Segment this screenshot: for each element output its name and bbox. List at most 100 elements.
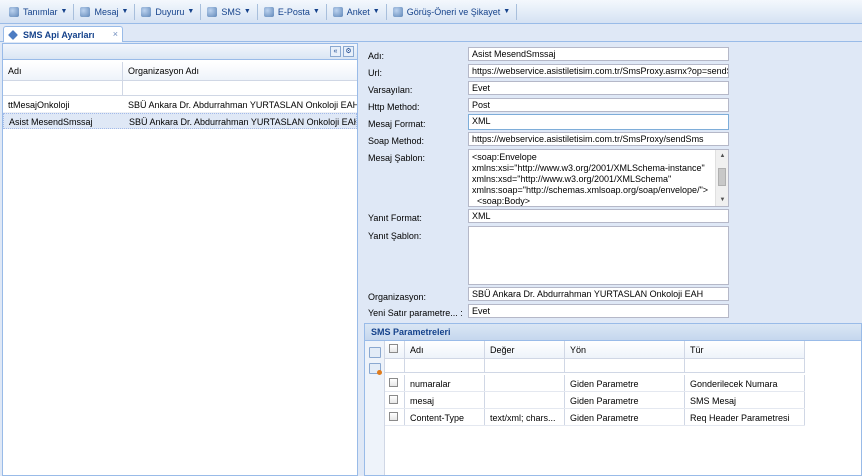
menu-separator xyxy=(516,3,518,20)
tab-strip: SMS Api Ayarları × xyxy=(0,24,862,42)
grid-filter-row xyxy=(3,81,357,96)
yeni-satir-field[interactable]: Evet xyxy=(468,304,729,318)
cell-adi: Content-Type xyxy=(405,409,485,425)
cell-tur: Gonderilecek Numara xyxy=(685,375,805,391)
table-row-selected[interactable]: Asist MesendSmssaj SBÜ Ankara Dr. Abdurr… xyxy=(3,113,357,129)
sablon-line: <soap:Body> xyxy=(472,196,531,206)
chevron-down-icon: ▼ xyxy=(243,8,251,15)
organizasyon-field[interactable]: SBÜ Ankara Dr. Abdurrahman YURTASLAN Onk… xyxy=(468,287,729,301)
varsayilan-field[interactable]: Evet xyxy=(468,81,729,95)
scroll-up-icon[interactable]: ▲ xyxy=(716,151,728,161)
api-list-panel: « ⚙ Adı Organizasyon Adı ttMesajOnkoloji… xyxy=(2,43,358,476)
feedback-icon xyxy=(392,6,403,17)
table-row[interactable]: numaralar Giden Parametre Gonderilecek N… xyxy=(385,375,805,392)
cell-yon: Giden Parametre xyxy=(565,409,685,425)
sablon-line: xmlns:xsd="http://www.w3.org/2001/XMLSch… xyxy=(472,174,672,184)
soap-method-field[interactable]: https://webservice.asistiletisim.com.tr/… xyxy=(468,132,729,146)
phone-icon xyxy=(207,6,218,17)
cell-deger xyxy=(485,375,565,391)
label-varsayilan: Varsayılan: xyxy=(368,85,413,95)
menu-gorus-oneri[interactable]: Görüş-Öneri ve Şikayet ▼ xyxy=(388,3,515,21)
tab-sms-api-ayarlari[interactable]: SMS Api Ayarları × xyxy=(3,26,123,42)
cell-tur: Req Header Parametresi xyxy=(685,409,805,425)
email-icon xyxy=(263,6,274,17)
cell-yon: Giden Parametre xyxy=(565,392,685,408)
menu-eposta[interactable]: E-Posta ▼ xyxy=(259,3,325,21)
column-header-deger[interactable]: Değer xyxy=(485,341,565,358)
close-icon[interactable]: × xyxy=(113,29,118,39)
add-row-icon[interactable] xyxy=(369,363,382,375)
settings-icon xyxy=(8,29,18,40)
panel-title: SMS Parametreleri xyxy=(365,324,861,341)
filter-deger-input[interactable] xyxy=(485,359,565,372)
cell-deger: text/xml; chars... xyxy=(485,409,565,425)
label-yanit-format: Yanıt Format: xyxy=(368,213,422,223)
row-org: SBÜ Ankara Dr. Abdurrahman YURTASLAN Onk… xyxy=(128,100,357,110)
edit-icon[interactable] xyxy=(369,347,381,358)
row-checkbox[interactable] xyxy=(385,375,405,391)
yanit-format-field[interactable]: XML xyxy=(468,209,729,223)
chevron-down-icon: ▼ xyxy=(372,8,380,15)
menu-separator xyxy=(134,3,136,20)
scroll-thumb[interactable] xyxy=(718,168,726,186)
menu-separator xyxy=(256,3,258,20)
row-checkbox[interactable] xyxy=(385,409,405,425)
sablon-line: <soap:Envelope xyxy=(472,152,537,162)
select-all-checkbox[interactable] xyxy=(385,341,405,358)
row-checkbox[interactable] xyxy=(385,392,405,408)
chevron-down-icon: ▼ xyxy=(503,8,511,15)
label-adi: Adı: xyxy=(368,51,385,61)
column-header-adi[interactable]: Adı xyxy=(405,341,485,358)
column-header-organizasyon[interactable]: Organizasyon Adı xyxy=(123,62,357,80)
params-filter-row xyxy=(385,359,805,373)
menu-sms[interactable]: SMS ▼ xyxy=(202,3,255,21)
column-header-yon[interactable]: Yön xyxy=(565,341,685,358)
label-mesaj-format: Mesaj Format: xyxy=(368,119,426,129)
table-row[interactable]: mesaj Giden Parametre SMS Mesaj xyxy=(385,392,805,409)
row-org: SBÜ Ankara Dr. Abdurrahman YURTASLAN Onk… xyxy=(129,117,356,127)
column-header-adi[interactable]: Adı xyxy=(3,62,123,80)
params-grid-header: Adı Değer Yön Tür xyxy=(385,341,805,359)
label-organizasyon: Organizasyon: xyxy=(368,292,427,302)
menu-mesaj[interactable]: Mesaj ▼ xyxy=(75,3,133,21)
filter-adi-input[interactable] xyxy=(3,81,123,95)
filter-spacer xyxy=(385,359,405,372)
menu-tanimlar[interactable]: Tanımlar ▼ xyxy=(4,3,72,21)
menu-anket[interactable]: Anket ▼ xyxy=(328,3,385,21)
filter-yon-input[interactable] xyxy=(565,359,685,372)
detail-form: Adı: Asist MesendSmssaj Url: https://web… xyxy=(363,43,862,476)
cell-adi: numaralar xyxy=(405,375,485,391)
scroll-down-icon[interactable]: ▼ xyxy=(716,195,728,205)
collapse-left-icon[interactable]: « xyxy=(330,46,341,57)
announcement-icon xyxy=(141,6,152,17)
mesaj-format-field[interactable]: XML xyxy=(468,114,729,130)
label-yanit-sablon: Yanıt Şablon: xyxy=(368,231,422,241)
menu-separator xyxy=(73,3,75,20)
adi-field[interactable]: Asist MesendSmssaj xyxy=(468,47,729,61)
menu-separator xyxy=(325,3,327,20)
url-field[interactable]: https://webservice.asistiletisim.com.tr/… xyxy=(468,64,729,78)
column-header-tur[interactable]: Tür xyxy=(685,341,805,358)
label-url: Url: xyxy=(368,68,382,78)
sms-parameters-panel: SMS Parametreleri Adı Değer Yön Tür numa… xyxy=(364,323,862,476)
http-method-field[interactable]: Post xyxy=(468,98,729,112)
chevron-down-icon: ▼ xyxy=(187,8,195,15)
table-row[interactable]: Content-Type text/xml; chars... Giden Pa… xyxy=(385,409,805,426)
menu-duyuru[interactable]: Duyuru ▼ xyxy=(136,3,199,21)
filter-adi-input[interactable] xyxy=(405,359,485,372)
filter-tur-input[interactable] xyxy=(685,359,805,372)
label-soap-method: Soap Method: xyxy=(368,136,425,146)
yanit-sablon-textarea[interactable] xyxy=(468,226,729,285)
settings-icon[interactable]: ⚙ xyxy=(343,46,354,57)
menu-separator xyxy=(385,3,387,20)
textarea-scrollbar[interactable]: ▲ ▼ xyxy=(715,150,728,206)
filter-organizasyon-input[interactable] xyxy=(123,81,357,95)
chevron-down-icon: ▼ xyxy=(312,8,320,15)
chevron-down-icon: ▼ xyxy=(121,8,129,15)
table-row[interactable]: ttMesajOnkoloji SBÜ Ankara Dr. Abdurrahm… xyxy=(3,97,357,113)
params-side-toolbar xyxy=(365,341,385,475)
cell-yon: Giden Parametre xyxy=(565,375,685,391)
folder-icon xyxy=(9,6,19,17)
label-mesaj-sablon: Mesaj Şablon: xyxy=(368,153,426,163)
mesaj-sablon-textarea[interactable]: <soap:Envelope xmlns:xsi="http://www.w3.… xyxy=(468,149,729,207)
